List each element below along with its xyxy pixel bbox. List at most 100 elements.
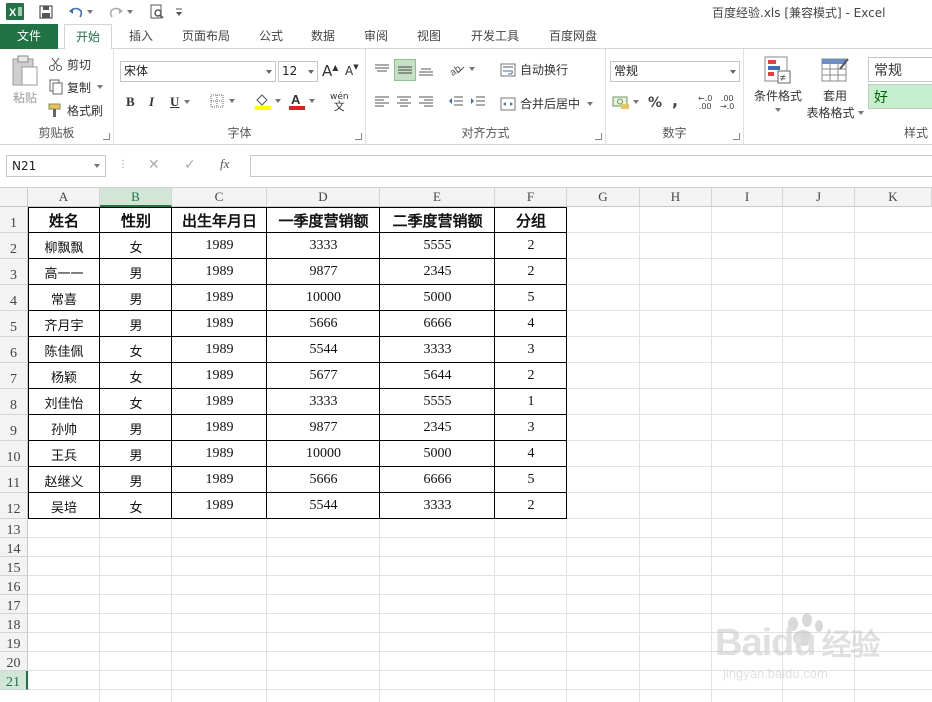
table-cell[interactable]: 男 bbox=[100, 415, 172, 441]
row-header-20[interactable]: 20 bbox=[0, 652, 28, 671]
table-cell[interactable]: 10000 bbox=[267, 285, 380, 311]
row-header-16[interactable]: 16 bbox=[0, 576, 28, 595]
align-bottom-button[interactable] bbox=[418, 61, 436, 79]
table-cell[interactable]: 9877 bbox=[267, 259, 380, 285]
accounting-format-button[interactable] bbox=[612, 94, 639, 110]
table-cell[interactable]: 1989 bbox=[172, 337, 267, 363]
font-launcher[interactable] bbox=[355, 133, 362, 140]
table-cell[interactable]: 2 bbox=[495, 493, 567, 519]
tab-review[interactable]: 审阅 bbox=[352, 24, 400, 49]
underline-button[interactable]: U bbox=[170, 94, 191, 110]
row-header-10[interactable]: 10 bbox=[0, 441, 28, 467]
table-cell[interactable]: 常喜 bbox=[28, 285, 100, 311]
column-header-e[interactable]: E bbox=[380, 188, 495, 207]
table-cell[interactable]: 陈佳佩 bbox=[28, 337, 100, 363]
tab-insert[interactable]: 插入 bbox=[118, 24, 164, 49]
paste-button[interactable]: 粘贴 bbox=[8, 55, 42, 119]
table-cell[interactable]: 5544 bbox=[267, 493, 380, 519]
table-cell[interactable]: 6666 bbox=[380, 467, 495, 493]
worksheet-grid[interactable]: A B C D E F G H I J K 1 2 3 4 5 6 7 8 9 10 11 12 13 14 15 16 17 18 19… bbox=[0, 188, 932, 702]
row-header-6[interactable]: 6 bbox=[0, 337, 28, 363]
table-cell[interactable]: 1 bbox=[495, 389, 567, 415]
row-header-1[interactable]: 1 bbox=[0, 207, 28, 233]
table-cell[interactable]: 2 bbox=[495, 363, 567, 389]
table-cell[interactable]: 2 bbox=[495, 233, 567, 259]
table-cell[interactable]: 2 bbox=[495, 259, 567, 285]
align-center-button[interactable] bbox=[396, 95, 412, 109]
row-header-8[interactable]: 8 bbox=[0, 389, 28, 415]
borders-button[interactable] bbox=[210, 94, 235, 108]
print-preview-icon[interactable] bbox=[146, 3, 168, 21]
clipboard-launcher[interactable] bbox=[103, 133, 110, 140]
table-cell[interactable]: 男 bbox=[100, 467, 172, 493]
table-cell[interactable]: 2345 bbox=[380, 259, 495, 285]
table-cell[interactable]: 5666 bbox=[267, 311, 380, 337]
table-cell[interactable]: 1989 bbox=[172, 285, 267, 311]
table-cell[interactable]: 吴培 bbox=[28, 493, 100, 519]
table-cell[interactable]: 3 bbox=[495, 415, 567, 441]
tab-formulas[interactable]: 公式 bbox=[248, 24, 294, 49]
font-color-button[interactable]: A bbox=[288, 92, 315, 110]
table-cell[interactable]: 2345 bbox=[380, 415, 495, 441]
row-header-14[interactable]: 14 bbox=[0, 538, 28, 557]
table-cell[interactable]: 赵继义 bbox=[28, 467, 100, 493]
table-cell[interactable]: 1989 bbox=[172, 363, 267, 389]
row-header-9[interactable]: 9 bbox=[0, 415, 28, 441]
table-cell[interactable]: 男 bbox=[100, 285, 172, 311]
tab-view[interactable]: 视图 bbox=[406, 24, 452, 49]
insert-function-button[interactable]: fx bbox=[220, 156, 229, 172]
table-cell[interactable]: 刘佳怡 bbox=[28, 389, 100, 415]
format-as-table-button[interactable]: 套用 表格格式 bbox=[804, 55, 866, 121]
table-header-cell[interactable]: 出生年月日 bbox=[172, 207, 267, 233]
align-left-button[interactable] bbox=[374, 95, 390, 109]
increase-indent-button[interactable] bbox=[470, 95, 486, 109]
table-cell[interactable]: 男 bbox=[100, 441, 172, 467]
alignment-launcher[interactable] bbox=[595, 133, 602, 140]
table-cell[interactable]: 3333 bbox=[380, 337, 495, 363]
table-header-cell[interactable]: 性别 bbox=[100, 207, 172, 233]
table-header-cell[interactable]: 二季度营销额 bbox=[380, 207, 495, 233]
decrease-decimal-button[interactable]: .00 →.0 bbox=[720, 95, 734, 111]
align-middle-button[interactable] bbox=[394, 59, 416, 81]
table-cell[interactable]: 1989 bbox=[172, 389, 267, 415]
row-header-18[interactable]: 18 bbox=[0, 614, 28, 633]
italic-button[interactable]: I bbox=[149, 94, 154, 110]
table-header-cell[interactable]: 姓名 bbox=[28, 207, 100, 233]
table-cell[interactable]: 4 bbox=[495, 441, 567, 467]
table-cell[interactable]: 1989 bbox=[172, 467, 267, 493]
enter-icon[interactable]: ✓ bbox=[184, 157, 196, 173]
table-cell[interactable]: 高一一 bbox=[28, 259, 100, 285]
orientation-button[interactable]: ab bbox=[448, 61, 475, 77]
table-cell[interactable]: 3 bbox=[495, 337, 567, 363]
table-cell[interactable]: 孙帅 bbox=[28, 415, 100, 441]
table-cell[interactable]: 1989 bbox=[172, 415, 267, 441]
shrink-font-button[interactable]: A ▼ bbox=[345, 63, 359, 78]
column-header-g[interactable]: G bbox=[567, 188, 640, 207]
row-header-12[interactable]: 12 bbox=[0, 493, 28, 519]
table-cell[interactable]: 1989 bbox=[172, 441, 267, 467]
table-cell[interactable]: 5 bbox=[495, 467, 567, 493]
table-cell[interactable]: 3333 bbox=[380, 493, 495, 519]
row-header-5[interactable]: 5 bbox=[0, 311, 28, 337]
table-header-cell[interactable]: 一季度营销额 bbox=[267, 207, 380, 233]
undo-icon[interactable] bbox=[66, 3, 94, 21]
table-cell[interactable]: 10000 bbox=[267, 441, 380, 467]
tab-data[interactable]: 数据 bbox=[300, 24, 346, 49]
row-header-21[interactable]: 21 bbox=[0, 671, 28, 690]
column-header-h[interactable]: H bbox=[640, 188, 712, 207]
row-header-3[interactable]: 3 bbox=[0, 259, 28, 285]
column-header-b[interactable]: B bbox=[100, 188, 172, 207]
conditional-format-button[interactable]: ≠ 条件格式 bbox=[748, 55, 808, 112]
customize-qat-icon[interactable] bbox=[172, 3, 186, 21]
table-cell[interactable]: 女 bbox=[100, 363, 172, 389]
column-header-a[interactable]: A bbox=[28, 188, 100, 207]
tab-baidu-netdisk[interactable]: 百度网盘 bbox=[540, 24, 606, 49]
row-header-17[interactable]: 17 bbox=[0, 595, 28, 614]
table-cell[interactable]: 4 bbox=[495, 311, 567, 337]
table-cell[interactable]: 王兵 bbox=[28, 441, 100, 467]
row-header-11[interactable]: 11 bbox=[0, 467, 28, 493]
table-cell[interactable]: 5677 bbox=[267, 363, 380, 389]
style-normal[interactable]: 常规 bbox=[868, 57, 932, 82]
table-cell[interactable]: 齐月宇 bbox=[28, 311, 100, 337]
row-header-15[interactable]: 15 bbox=[0, 557, 28, 576]
